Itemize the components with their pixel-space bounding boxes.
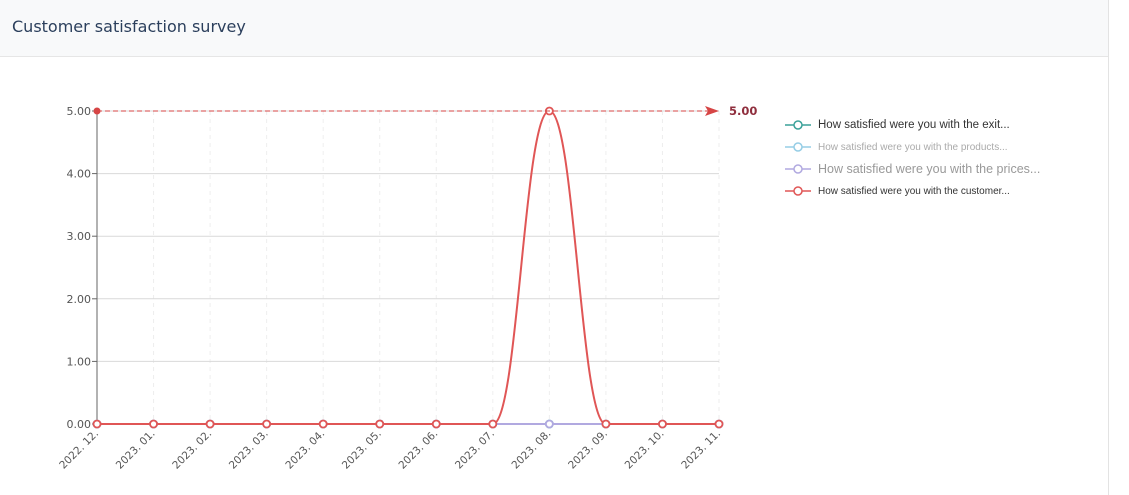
data-point [92, 419, 102, 429]
x-tick-label: 2023. 05. [340, 428, 384, 472]
line-chart: 0.00 1.00 2.00 3.00 4.00 5.00 2022. 12. 2023. 0… [57, 104, 757, 472]
series-group [92, 106, 724, 429]
x-tick-label: 2023. 02. [170, 428, 214, 472]
legend-label: How satisfied were you with the exit... [818, 119, 1010, 131]
y-tick-label: 5.00 [67, 105, 92, 118]
data-point [318, 419, 328, 429]
data-point [714, 419, 724, 429]
data-point [601, 419, 611, 429]
legend-label: How satisfied were you with the customer… [818, 185, 1010, 197]
y-tick-label: 4.00 [67, 168, 92, 181]
x-tick-label: 2023. 08. [510, 428, 554, 472]
data-point [488, 419, 498, 429]
data-point [375, 419, 385, 429]
legend-label: How satisfied were you with the products… [818, 141, 1008, 153]
x-tick-label: 2023. 03. [227, 428, 271, 472]
x-tick-label: 2023. 09. [566, 428, 610, 472]
legend-item-prices[interactable]: How satisfied were you with the prices..… [785, 158, 1105, 180]
data-point [544, 419, 554, 429]
data-point [431, 419, 441, 429]
chart-legend: How satisfied were you with the exit... … [785, 114, 1105, 202]
y-tick-label: 0.00 [67, 418, 92, 431]
legend-label: How satisfied were you with the prices..… [818, 162, 1041, 176]
legend-item-exit[interactable]: How satisfied were you with the exit... [785, 114, 1105, 136]
legend-swatch-icon [785, 164, 811, 174]
data-point [262, 419, 272, 429]
markline-label: 5.00 [729, 104, 757, 118]
legend-swatch-icon [785, 142, 811, 152]
chart-panel: Customer satisfaction survey 0.00 1.00 2.0… [0, 0, 1109, 495]
y-tick-label: 3.00 [67, 230, 92, 243]
legend-swatch-icon [785, 120, 811, 130]
y-tick-label: 2.00 [67, 293, 92, 306]
x-tick-label: 2023. 06. [396, 428, 440, 472]
legend-item-customer[interactable]: How satisfied were you with the customer… [785, 180, 1105, 202]
data-point [205, 419, 215, 429]
legend-item-products[interactable]: How satisfied were you with the products… [785, 136, 1105, 158]
x-tick-label: 2023. 04. [283, 428, 327, 472]
x-tick-label: 2023. 10. [623, 428, 667, 472]
data-point [149, 419, 158, 429]
legend-swatch-icon [785, 186, 811, 196]
y-tick-label: 1.00 [67, 355, 92, 368]
x-tick-label: 2023. 07. [453, 428, 497, 472]
x-tick-label: 2023. 01. [114, 428, 158, 472]
data-point [658, 419, 667, 429]
x-tick-label: 2022. 12. [57, 428, 101, 472]
x-tick-label: 2023. 11. [679, 428, 723, 472]
markline-start-dot [93, 107, 101, 115]
series-line [97, 109, 719, 425]
